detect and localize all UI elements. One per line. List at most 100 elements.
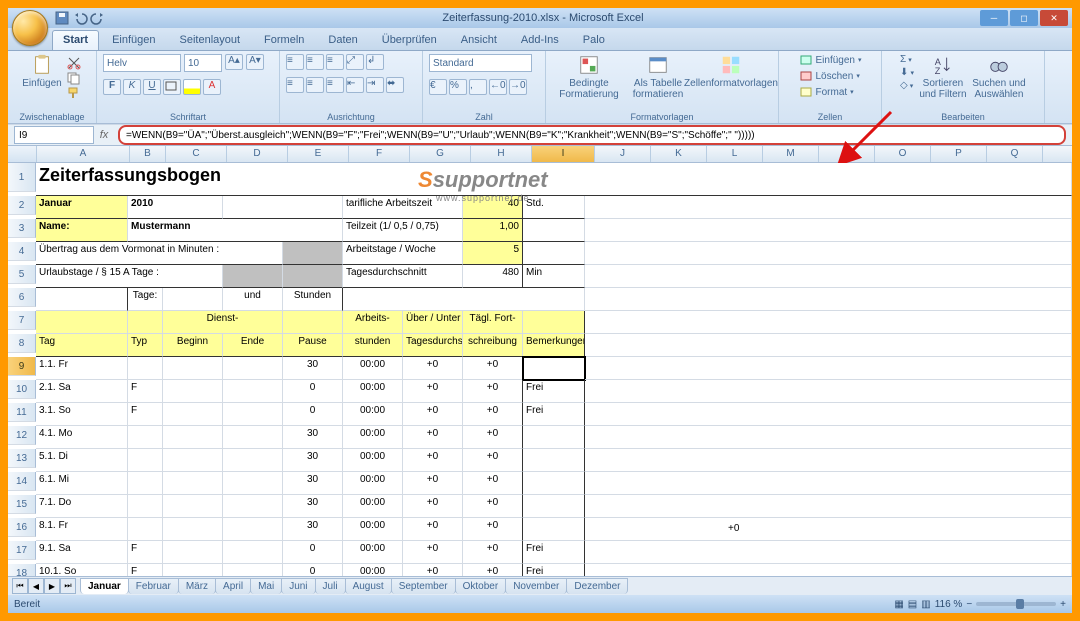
cell[interactable]: Arbeits- [343,311,403,334]
decrease-indent-icon[interactable]: ⇤ [346,77,364,93]
sheet-tab[interactable]: März [178,578,216,594]
cell[interactable]: Tagesdurchs. [403,334,463,357]
cell[interactable] [223,495,283,518]
qat-redo-icon[interactable] [90,10,106,26]
col-N[interactable]: N [819,146,875,162]
row-header[interactable]: 17 [8,541,36,560]
align-middle-icon[interactable]: ≡ [306,54,324,70]
cell[interactable] [36,288,128,311]
cell[interactable]: 0 [283,541,343,564]
cut-icon[interactable] [66,56,82,70]
maximize-button[interactable]: ◻ [1010,10,1038,26]
cell[interactable]: +0 [403,449,463,472]
cell[interactable]: 30 [283,426,343,449]
cell[interactable] [283,311,343,334]
cell[interactable]: +0 [463,426,523,449]
cell[interactable] [585,541,1072,564]
cell[interactable]: Arbeitstage / Woche [343,242,463,265]
cell[interactable]: +0 [403,357,463,380]
row-header[interactable]: 2 [8,196,36,215]
col-M[interactable]: M [763,146,819,162]
row-header[interactable]: 16 [8,518,36,537]
cell[interactable] [163,541,223,564]
office-button[interactable] [12,10,48,46]
cell[interactable]: 00:00 [343,495,403,518]
fill-color-button[interactable] [183,79,201,95]
cell[interactable] [585,426,1072,449]
cell[interactable]: 9.1. Sa [36,541,128,564]
cell[interactable] [163,449,223,472]
cell[interactable] [128,495,163,518]
cell[interactable]: und [223,288,283,311]
cell[interactable]: Pause [283,334,343,357]
row-header[interactable]: 14 [8,472,36,491]
cell[interactable] [163,472,223,495]
cell[interactable]: F [128,380,163,403]
cell[interactable] [128,426,163,449]
formula-input[interactable]: =WENN(B9="ÜA";"Überst.ausgleich";WENN(B9… [118,125,1066,145]
cell[interactable] [163,564,223,576]
cell[interactable]: Zeiterfassungsbogen [36,163,1072,196]
cell[interactable] [223,518,283,541]
wrap-text-icon[interactable]: ↲ [366,54,384,70]
cell[interactable]: 30 [283,495,343,518]
cell[interactable] [283,265,343,288]
cell[interactable]: 1.1. Fr [36,357,128,380]
close-button[interactable]: ✕ [1040,10,1068,26]
row-header[interactable]: 7 [8,311,36,330]
cell[interactable] [523,518,585,541]
col-L[interactable]: L [707,146,763,162]
row-header[interactable]: 9 [8,357,36,376]
italic-button[interactable]: K [123,79,141,95]
cell[interactable]: 30 [283,472,343,495]
cell[interactable]: 00:00 [343,403,403,426]
merge-center-icon[interactable]: ⬌ [386,77,404,93]
cell[interactable] [128,472,163,495]
cell[interactable]: Ende [223,334,283,357]
cell[interactable]: 10.1. So [36,564,128,576]
cell[interactable] [585,196,1072,219]
cell[interactable]: 30 [283,518,343,541]
cell[interactable] [523,472,585,495]
col-D[interactable]: D [227,146,288,162]
cell[interactable]: +0 [463,495,523,518]
zoom-slider[interactable] [976,602,1056,606]
grow-font-icon[interactable]: A▴ [225,54,243,70]
cell[interactable]: stunden [343,334,403,357]
percent-icon[interactable]: % [449,79,467,95]
cell[interactable]: 1,00 [463,219,523,242]
cell[interactable]: +0 [463,403,523,426]
cell[interactable] [523,357,585,380]
cell[interactable]: +0 [463,449,523,472]
underline-button[interactable]: U [143,79,161,95]
border-button[interactable] [163,79,181,95]
tab-ansicht[interactable]: Ansicht [450,30,508,50]
row-header[interactable]: 5 [8,265,36,284]
col-O[interactable]: O [875,146,931,162]
cell[interactable]: 00:00 [343,449,403,472]
cells-format-button[interactable]: Format▾ [799,86,854,98]
cell[interactable]: 30 [283,357,343,380]
cell[interactable]: 0 [283,380,343,403]
cell[interactable] [523,219,585,242]
cell[interactable]: 5.1. Di [36,449,128,472]
cell[interactable]: +0 [463,541,523,564]
cell[interactable]: Frei [523,403,585,426]
format-as-table-button[interactable]: Als Tabelle formatieren [627,54,689,100]
cell[interactable] [585,518,1072,541]
align-top-icon[interactable]: ≡ [286,54,304,70]
cell[interactable]: +0 [463,380,523,403]
align-right-icon[interactable]: ≡ [326,77,344,93]
cell[interactable]: +0 [403,426,463,449]
tab-ueberpruefen[interactable]: Überprüfen [371,30,448,50]
cell[interactable] [585,334,1072,357]
sheet-next-icon[interactable]: ▶ [44,578,60,594]
cell[interactable]: 00:00 [343,541,403,564]
col-G[interactable]: G [410,146,471,162]
col-P[interactable]: P [931,146,987,162]
cell[interactable]: +0 [403,564,463,576]
zoom-out-button[interactable]: − [966,599,972,610]
number-format-combo[interactable]: Standard [429,54,532,72]
cell[interactable]: 00:00 [343,426,403,449]
cell[interactable] [585,495,1072,518]
